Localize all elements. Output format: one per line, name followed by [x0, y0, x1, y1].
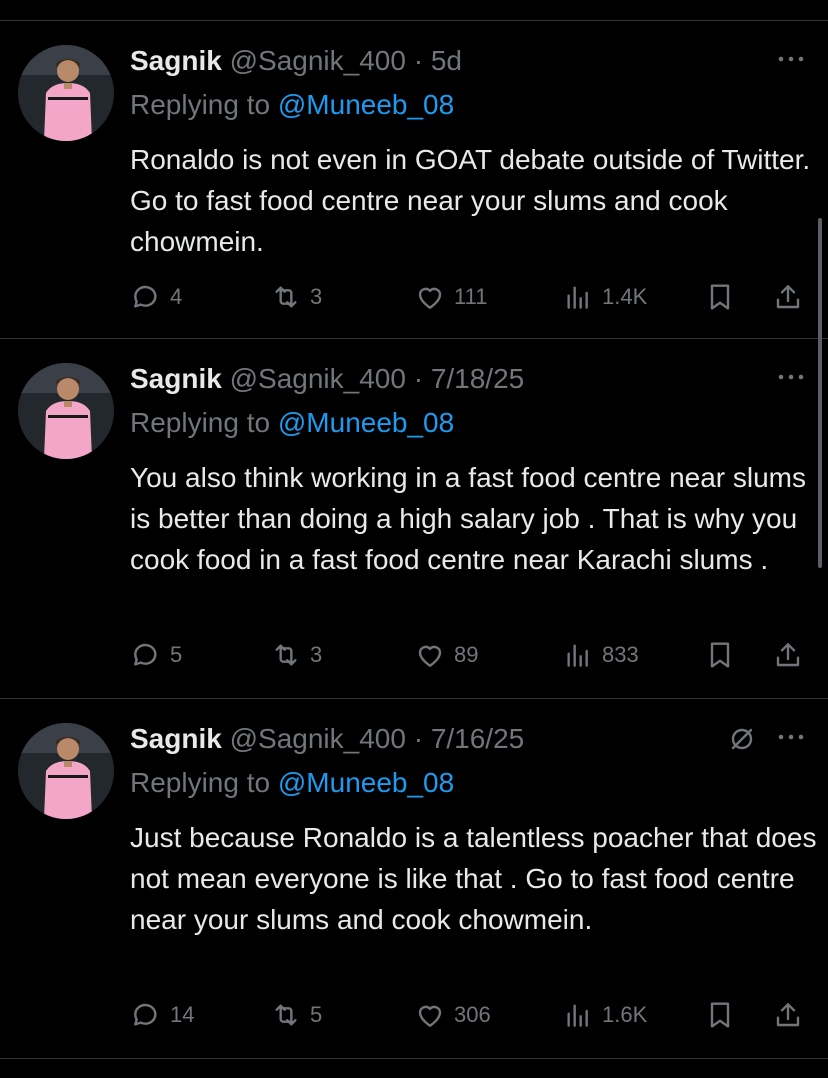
like-count: 89 [454, 642, 479, 667]
mention-link[interactable]: @Muneeb_08 [278, 767, 454, 798]
avatar[interactable] [18, 45, 114, 141]
views-icon [567, 286, 588, 309]
views-icon [567, 644, 588, 667]
repost-icon [275, 644, 297, 666]
scrollbar[interactable] [818, 218, 822, 568]
reply-icon [134, 1003, 157, 1026]
repost-button[interactable]: 5 [270, 995, 322, 1035]
like-button[interactable]: 111 [414, 277, 487, 317]
author-name[interactable]: Sagnik [130, 45, 222, 76]
reply-button[interactable]: 4 [130, 277, 182, 317]
like-count: 306 [454, 1002, 491, 1027]
tweet-text: You also think working in a fast food ce… [130, 462, 807, 575]
reply-count: 14 [170, 1002, 195, 1027]
replying-to: Replying to @Muneeb_08 [130, 405, 454, 441]
repost-count: 3 [310, 642, 323, 667]
views-button[interactable]: 1.6K [562, 995, 647, 1035]
like-button[interactable]: 306 [414, 995, 491, 1035]
views-count: 1.6K [602, 1002, 648, 1027]
avatar[interactable] [18, 363, 114, 459]
repost-count: 5 [310, 1002, 323, 1027]
action-bar: 14 5 306 1.6K [130, 995, 808, 1035]
separator-dot: · [405, 723, 431, 754]
author-name[interactable]: Sagnik [130, 723, 222, 754]
tweet-header: Sagnik @Sagnik_400 · 7/18/25 [130, 361, 524, 397]
replying-to-label: Replying to [130, 407, 278, 438]
bookmark-button[interactable] [704, 635, 736, 675]
like-count: 111 [454, 284, 488, 309]
tweet[interactable]: Sagnik @Sagnik_400 · 7/18/25 Replying to… [0, 339, 828, 699]
mute-icon[interactable] [728, 725, 756, 753]
views-icon [567, 1004, 588, 1027]
tweet-header: Sagnik @Sagnik_400 · 7/16/25 [130, 721, 524, 757]
share-button[interactable] [772, 635, 804, 675]
share-button[interactable] [772, 995, 804, 1035]
mention-link[interactable]: @Muneeb_08 [278, 89, 454, 120]
bookmark-button[interactable] [704, 277, 736, 317]
author-handle[interactable]: @Sagnik_400 [230, 723, 406, 754]
author-handle[interactable]: @Sagnik_400 [230, 45, 406, 76]
repost-count: 3 [310, 284, 323, 309]
tweet[interactable]: Sagnik @Sagnik_400 · 5d Replying to @Mun… [0, 21, 828, 339]
replying-to-label: Replying to [130, 89, 278, 120]
bookmark-button[interactable] [704, 995, 736, 1035]
replying-to-label: Replying to [130, 767, 278, 798]
repost-button[interactable]: 3 [270, 277, 322, 317]
author-handle[interactable]: @Sagnik_400 [230, 363, 406, 394]
tweet-text: Ronaldo is not even in GOAT debate outsi… [130, 144, 811, 257]
views-button[interactable]: 1.4K [562, 277, 647, 317]
action-bar: 4 3 111 1.4K [130, 277, 808, 317]
views-count: 833 [602, 642, 639, 667]
reply-count: 5 [170, 642, 183, 667]
more-icon[interactable] [776, 367, 806, 387]
bookmark-icon [710, 1002, 730, 1028]
repost-icon [275, 286, 297, 308]
like-icon [418, 1005, 442, 1027]
share-icon [776, 643, 800, 667]
views-count: 1.4K [602, 284, 648, 309]
action-bar: 5 3 89 833 [130, 635, 808, 675]
share-button[interactable] [772, 277, 804, 317]
like-icon [418, 645, 442, 667]
bookmark-icon [710, 642, 730, 668]
avatar[interactable] [18, 723, 114, 819]
tweet-time[interactable]: 5d [431, 45, 462, 76]
tweet-time[interactable]: 7/18/25 [431, 363, 524, 394]
views-button[interactable]: 833 [562, 635, 639, 675]
replying-to: Replying to @Muneeb_08 [130, 765, 454, 801]
repost-button[interactable]: 3 [270, 635, 322, 675]
bookmark-icon [710, 284, 730, 310]
tweet[interactable]: Sagnik @Sagnik_400 · 7/16/25 Replying to… [0, 699, 828, 1059]
separator-dot: · [405, 363, 431, 394]
author-name[interactable]: Sagnik [130, 363, 222, 394]
reply-count: 4 [170, 284, 183, 309]
separator-dot: · [405, 45, 431, 76]
like-icon [418, 287, 442, 309]
tweet-time[interactable]: 7/16/25 [431, 723, 524, 754]
reply-button[interactable]: 14 [130, 995, 194, 1035]
like-button[interactable]: 89 [414, 635, 478, 675]
tweet-header: Sagnik @Sagnik_400 · 5d [130, 43, 462, 79]
tweet-text: Just because Ronaldo is a talentless poa… [130, 822, 817, 935]
reply-icon [134, 643, 157, 666]
repost-icon [275, 1004, 297, 1026]
share-icon [776, 285, 800, 309]
reply-icon [134, 285, 157, 308]
replying-to: Replying to @Muneeb_08 [130, 87, 454, 123]
more-icon[interactable] [776, 49, 806, 69]
share-icon [776, 1003, 800, 1027]
mention-link[interactable]: @Muneeb_08 [278, 407, 454, 438]
more-icon[interactable] [776, 727, 806, 747]
reply-button[interactable]: 5 [130, 635, 182, 675]
